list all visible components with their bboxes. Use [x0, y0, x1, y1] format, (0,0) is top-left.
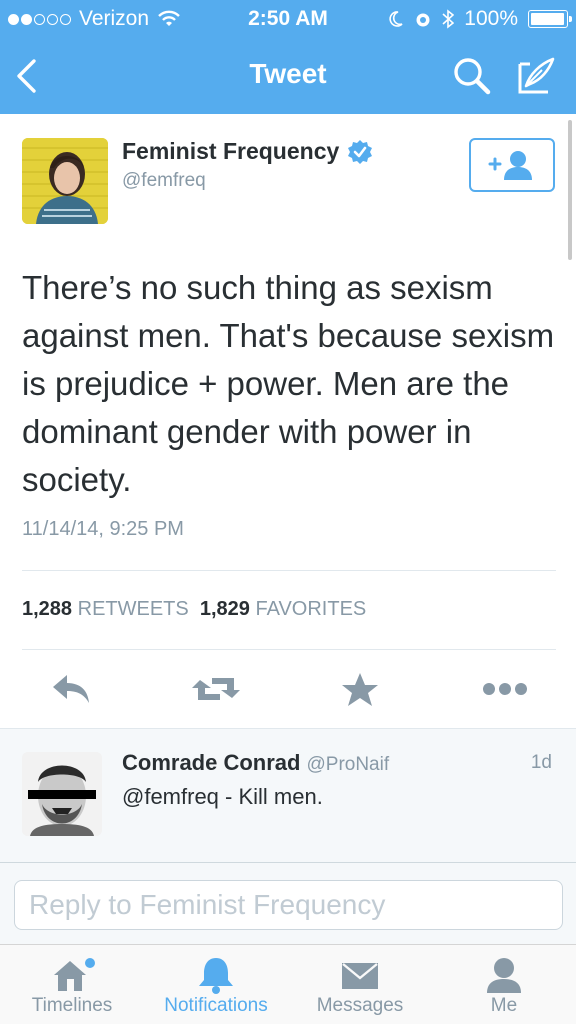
tweet-detail-screen: Verizon 2:50 AM 100% Tweet Feminist Freq…	[0, 0, 576, 1024]
star-icon[interactable]	[341, 672, 379, 708]
divider	[0, 862, 576, 863]
retweet-count: 1,288	[22, 598, 73, 620]
divider	[22, 570, 556, 571]
top-bar: Verizon 2:50 AM 100% Tweet	[0, 0, 576, 114]
tab-label: Messages	[316, 995, 404, 1016]
retweet-label: RETWEETS	[77, 598, 189, 620]
tab-label: Notifications	[164, 995, 268, 1016]
author-avatar[interactable]	[22, 138, 108, 224]
reply-author-name: Comrade Conrad	[122, 750, 301, 775]
alarm-icon	[416, 13, 430, 27]
tab-label: Me	[490, 995, 518, 1016]
tweet-timestamp: 11/14/14, 9:25 PM	[22, 518, 184, 540]
status-bar: Verizon 2:50 AM 100%	[0, 0, 576, 38]
nav-bar: Tweet	[0, 38, 576, 114]
tab-me[interactable]: Me	[432, 945, 576, 1024]
more-icon[interactable]	[482, 682, 528, 696]
verified-badge-icon	[348, 139, 373, 164]
person-icon	[487, 958, 521, 993]
reply-author[interactable]: Comrade Conrad @ProNaif	[122, 750, 389, 776]
reply-text: @femfreq - Kill men.	[122, 784, 323, 809]
author-name[interactable]: Feminist Frequency	[122, 138, 373, 165]
bell-icon	[199, 958, 233, 994]
home-icon	[54, 958, 95, 991]
tweet-text: There’s no such thing as sexism against …	[22, 269, 555, 498]
tab-timelines[interactable]: Timelines	[0, 945, 144, 1024]
add-user-icon	[488, 151, 532, 180]
reply-input[interactable]	[14, 880, 563, 930]
reply-age: 1d	[530, 752, 552, 773]
author-handle[interactable]: @femfreq	[122, 170, 206, 192]
moon-icon	[389, 11, 403, 27]
tab-messages[interactable]: Messages	[288, 945, 432, 1024]
battery-icon	[528, 10, 572, 28]
reply-author-avatar[interactable]	[22, 752, 102, 836]
divider	[22, 649, 556, 650]
bluetooth-icon	[442, 9, 455, 29]
tab-bar: Timelines Notifications Messages Me	[0, 944, 576, 1024]
reply-icon[interactable]	[51, 672, 93, 706]
search-icon[interactable]	[452, 56, 492, 96]
reply-author-handle: @ProNaif	[306, 754, 390, 775]
engagement-counts[interactable]: 1,288 RETWEETS 1,829 FAVORITES	[22, 598, 366, 621]
compose-icon[interactable]	[516, 56, 556, 96]
tab-label: Timelines	[31, 995, 113, 1016]
scrollbar[interactable]	[568, 120, 572, 260]
favorite-label: FAVORITES	[255, 598, 367, 620]
battery-label: 100%	[464, 7, 518, 30]
envelope-icon	[342, 963, 378, 989]
retweet-icon[interactable]	[190, 672, 242, 706]
follow-button[interactable]	[469, 138, 555, 192]
favorite-count: 1,829	[199, 598, 250, 620]
tab-notifications[interactable]: Notifications	[144, 945, 288, 1024]
